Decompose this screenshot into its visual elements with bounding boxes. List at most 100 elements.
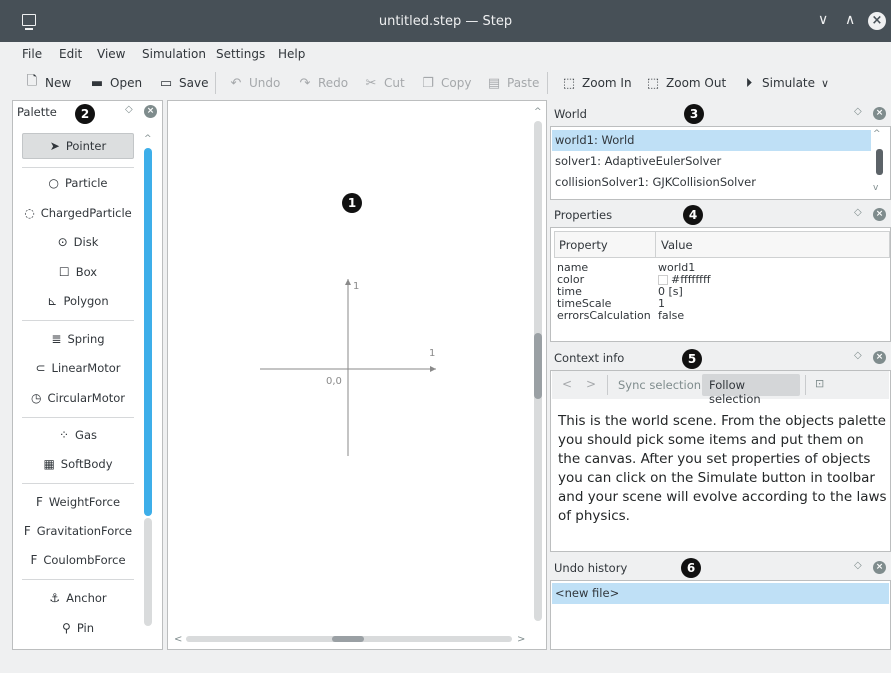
simulate-button[interactable]: ⏵ Simulate — [741, 74, 815, 92]
zoom-in-button[interactable]: ⬚ Zoom In — [561, 74, 632, 92]
follow-selection-button[interactable]: Follow selection — [702, 374, 800, 406]
minimize-icon[interactable]: ∨ — [818, 12, 828, 28]
world-tree[interactable]: world1: World solver1: AdaptiveEulerSolv… — [550, 126, 891, 200]
float-icon[interactable]: ◇ — [854, 106, 862, 117]
back-icon[interactable]: < — [562, 377, 572, 391]
scroll-left-icon[interactable]: < — [174, 634, 182, 645]
palette-scroll-thumb[interactable] — [144, 148, 152, 516]
save-button[interactable]: ▭ Save — [158, 74, 209, 92]
palette-item-polygon[interactable]: ⊾ Polygon — [22, 288, 134, 314]
palette-item-box[interactable]: ☐ Box — [22, 259, 134, 285]
close-dock-icon[interactable]: × — [873, 208, 886, 221]
redo-button[interactable]: ↷ Redo — [297, 74, 349, 92]
palette-item-gravitationforce[interactable]: F GravitationForce — [22, 518, 134, 544]
context-dock: Context info ◇ × < > Sync selection Foll… — [550, 347, 891, 552]
canvas-vscrollbar[interactable]: ^ — [534, 107, 542, 627]
canvas-hscroll-thumb[interactable] — [332, 636, 364, 642]
paste-button[interactable]: ▤ Paste — [486, 74, 540, 92]
palette-item-softbody[interactable]: ▦ SoftBody — [22, 451, 134, 477]
palette-item-label: WeightForce — [48, 495, 121, 509]
undo-button[interactable]: ↶ Undo — [228, 74, 281, 92]
toolbar-separator — [547, 72, 548, 94]
palette-item-particle[interactable]: ○ Particle — [22, 170, 134, 196]
x-axis-arrow — [430, 366, 436, 372]
forward-icon[interactable]: > — [586, 377, 596, 391]
palette-item-label: GravitationForce — [36, 524, 133, 538]
new-button[interactable]: 🗋 New — [24, 74, 71, 92]
scroll-up-icon[interactable]: ^ — [144, 134, 152, 144]
palette-item-pin[interactable]: ⚲ Pin — [22, 615, 134, 641]
palette-item-chargedparticle[interactable]: ◌ ChargedParticle — [22, 200, 134, 226]
palette-item-label: Pointer — [65, 139, 107, 153]
undo-title: Undo history — [554, 561, 628, 575]
palette-scrollbar[interactable]: ^ — [144, 134, 152, 634]
world-item[interactable]: collisionSolver1: GJKCollisionSolver — [552, 172, 871, 193]
world-item[interactable]: world1: World — [552, 130, 871, 151]
open-browser-icon[interactable]: ⊡ — [815, 377, 824, 390]
new-file-icon: 🗋 — [26, 74, 38, 89]
palette-item-pointer[interactable]: ➤ Pointer — [22, 133, 134, 159]
palette-item-weightforce[interactable]: F WeightForce — [22, 489, 134, 515]
cut-button[interactable]: ✂ Cut — [363, 74, 405, 92]
undo-icon: ↶ — [230, 75, 242, 91]
col-property[interactable]: Property — [559, 238, 608, 252]
color-swatch — [658, 275, 668, 285]
col-value[interactable]: Value — [661, 238, 693, 252]
menu-simulation[interactable]: Simulation — [142, 47, 206, 61]
scroll-up-icon[interactable]: ^ — [534, 107, 542, 117]
redo-icon: ↷ — [299, 75, 311, 91]
badge-3: 3 — [684, 104, 704, 124]
menu-help[interactable]: Help — [278, 47, 305, 61]
palette-item-linearmotor[interactable]: ⊂ LinearMotor — [22, 355, 134, 381]
palette-item-circularmotor[interactable]: ◷ CircularMotor — [22, 385, 134, 411]
copy-button[interactable]: ❐ Copy — [420, 74, 471, 92]
folder-icon: ▬ — [90, 75, 104, 91]
close-dock-icon[interactable]: × — [873, 561, 886, 574]
y-axis-label: 1 — [353, 281, 360, 292]
menu-settings[interactable]: Settings — [216, 47, 265, 61]
float-icon[interactable]: ◇ — [125, 104, 133, 115]
badge-4: 4 — [683, 205, 703, 225]
close-icon[interactable]: × — [868, 12, 886, 30]
palette-item-gas[interactable]: ⁘ Gas — [22, 422, 134, 448]
palette-item-label: Gas — [75, 428, 97, 442]
box-icon: ☐ — [58, 265, 70, 279]
open-button[interactable]: ▬ Open — [89, 74, 142, 92]
badge-2: 2 — [75, 104, 95, 124]
pointer-icon: ➤ — [49, 139, 60, 153]
close-dock-icon[interactable]: × — [873, 351, 886, 364]
world-canvas[interactable]: 1 1 0,0 ^ < > — [167, 100, 547, 650]
canvas-hscroll-track — [186, 636, 512, 642]
float-icon[interactable]: ◇ — [854, 207, 862, 218]
toolbar-separator — [607, 375, 608, 395]
zoom-out-button[interactable]: ⬚ Zoom Out — [645, 74, 726, 92]
world-scroll-thumb[interactable] — [876, 149, 883, 175]
palette-item-anchor[interactable]: ⚓ Anchor — [22, 585, 134, 611]
palette-item-coulombforce[interactable]: F CoulombForce — [22, 547, 134, 573]
charged-particle-icon: ◌ — [24, 206, 35, 220]
world-item[interactable]: solver1: AdaptiveEulerSolver — [552, 151, 871, 172]
canvas-vscroll-thumb[interactable] — [534, 333, 542, 399]
maximize-icon[interactable]: ∧ — [845, 12, 855, 28]
copy-icon: ❐ — [422, 75, 434, 91]
sync-selection-button[interactable]: Sync selection — [618, 378, 701, 392]
world-header: World ◇ × — [550, 103, 891, 125]
palette-item-disk[interactable]: ⊙ Disk — [22, 229, 134, 255]
menu-file[interactable]: File — [22, 47, 42, 61]
scroll-right-icon[interactable]: > — [517, 634, 525, 645]
menu-edit[interactable]: Edit — [59, 47, 82, 61]
undo-list[interactable]: <new file> — [550, 580, 891, 650]
close-dock-icon[interactable]: × — [873, 107, 886, 120]
close-dock-icon[interactable]: × — [144, 105, 157, 118]
scroll-up-icon[interactable]: ^ — [873, 129, 881, 139]
undo-item[interactable]: <new file> — [552, 583, 889, 604]
properties-table[interactable]: Property Value name world1 color #ffffffff… — [550, 227, 891, 342]
palette-item-label: LinearMotor — [51, 361, 121, 375]
main-toolbar: 🗋 New ▬ Open ▭ Save ↶ Undo ↷ Redo ✂ Cut ❐ Copy … — [0, 66, 891, 98]
palette-item-spring[interactable]: ≣ Spring — [22, 326, 134, 352]
scroll-down-icon[interactable]: v — [873, 183, 878, 193]
float-icon[interactable]: ◇ — [854, 350, 862, 361]
simulate-dropdown-icon[interactable]: ∨ — [821, 74, 829, 92]
menu-view[interactable]: View — [97, 47, 125, 61]
float-icon[interactable]: ◇ — [854, 560, 862, 571]
